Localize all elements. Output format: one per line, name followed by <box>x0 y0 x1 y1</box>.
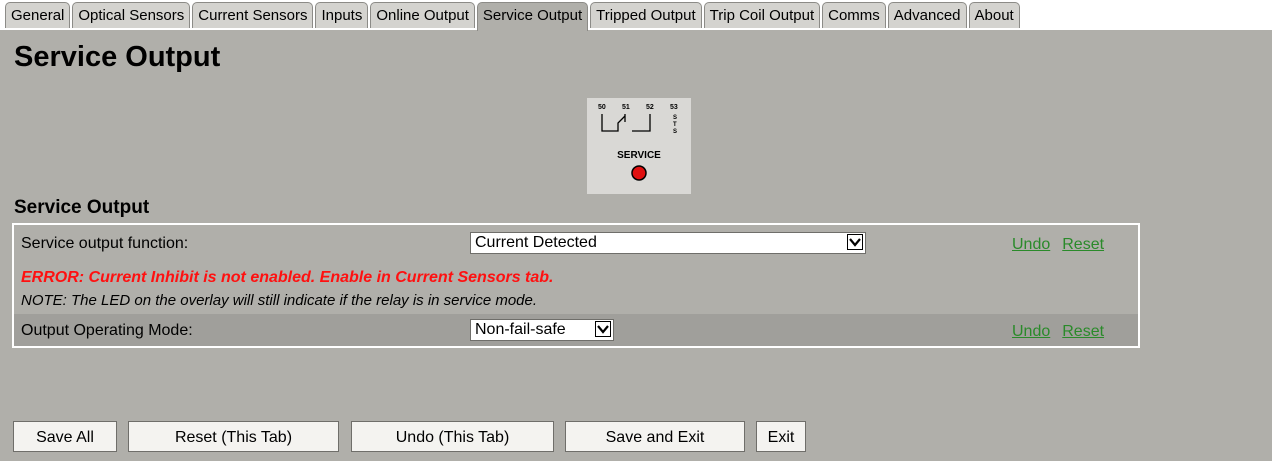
reset-tab-button[interactable]: Reset (This Tab) <box>128 421 339 452</box>
section-title: Service Output <box>14 197 150 218</box>
terminal-label: 53 <box>670 104 678 111</box>
exit-button[interactable]: Exit <box>756 421 806 452</box>
chevron-down-icon[interactable] <box>847 234 863 250</box>
tab-trip-coil-output[interactable]: Trip Coil Output <box>703 2 821 28</box>
tab-advanced[interactable]: Advanced <box>887 2 967 28</box>
mode-undo-link[interactable]: Undo <box>1012 323 1050 340</box>
tab-general[interactable]: General <box>5 2 71 28</box>
error-message: ERROR: Current Inhibit is not enabled. E… <box>21 269 554 286</box>
sts-label-t: T <box>673 122 677 128</box>
save-all-button[interactable]: Save All <box>13 421 117 452</box>
tab-tripped-output[interactable]: Tripped Output <box>590 2 702 28</box>
sts-label-s2: S <box>673 129 677 135</box>
service-function-label: Service output function: <box>21 235 189 252</box>
mode-reset-link[interactable]: Reset <box>1062 323 1104 340</box>
tab-bar: General Optical Sensors Current Sensors … <box>0 0 1272 31</box>
relay-contact-right <box>632 114 651 132</box>
terminal-label: 50 <box>598 104 606 111</box>
tab-about[interactable]: About <box>968 2 1020 28</box>
tab-inputs[interactable]: Inputs <box>315 2 369 28</box>
operating-mode-label: Output Operating Mode: <box>21 322 193 339</box>
sts-label-s1: S <box>673 115 677 121</box>
operating-mode-select[interactable]: Non-fail-safe <box>470 319 614 341</box>
operating-mode-value: Non-fail-safe <box>475 321 566 338</box>
function-undo-link[interactable]: Undo <box>1012 236 1050 253</box>
function-actions: Undo Reset <box>1012 236 1116 254</box>
service-function-select[interactable]: Current Detected <box>470 232 866 254</box>
relay-caption: SERVICE <box>617 150 661 161</box>
terminal-label: 52 <box>646 104 654 111</box>
save-and-exit-button[interactable]: Save and Exit <box>565 421 745 452</box>
terminal-label: 51 <box>622 104 630 111</box>
tab-current-sensors[interactable]: Current Sensors <box>192 2 314 28</box>
mode-actions: Undo Reset <box>1012 323 1116 341</box>
page-title: Service Output <box>14 41 221 73</box>
service-led-icon <box>631 165 647 181</box>
service-relay-diagram: 50 51 52 53 S T S SERVICE <box>587 98 691 194</box>
settings-panel: Service output function: Current Detecte… <box>12 223 1140 348</box>
relay-contact-left <box>601 114 626 132</box>
function-reset-link[interactable]: Reset <box>1062 236 1104 253</box>
note-message: NOTE: The LED on the overlay will still … <box>21 292 538 309</box>
tab-online-output[interactable]: Online Output <box>370 2 475 28</box>
service-function-value: Current Detected <box>475 234 597 251</box>
tab-service-output[interactable]: Service Output <box>476 2 589 31</box>
chevron-down-icon[interactable] <box>595 321 611 337</box>
operating-mode-row: Output Operating Mode: Non-fail-safe Und… <box>14 314 1138 346</box>
tab-comms[interactable]: Comms <box>822 2 886 28</box>
tab-optical-sensors[interactable]: Optical Sensors <box>72 2 191 28</box>
service-function-row: Service output function: Current Detecte… <box>14 227 1138 259</box>
undo-tab-button[interactable]: Undo (This Tab) <box>351 421 554 452</box>
